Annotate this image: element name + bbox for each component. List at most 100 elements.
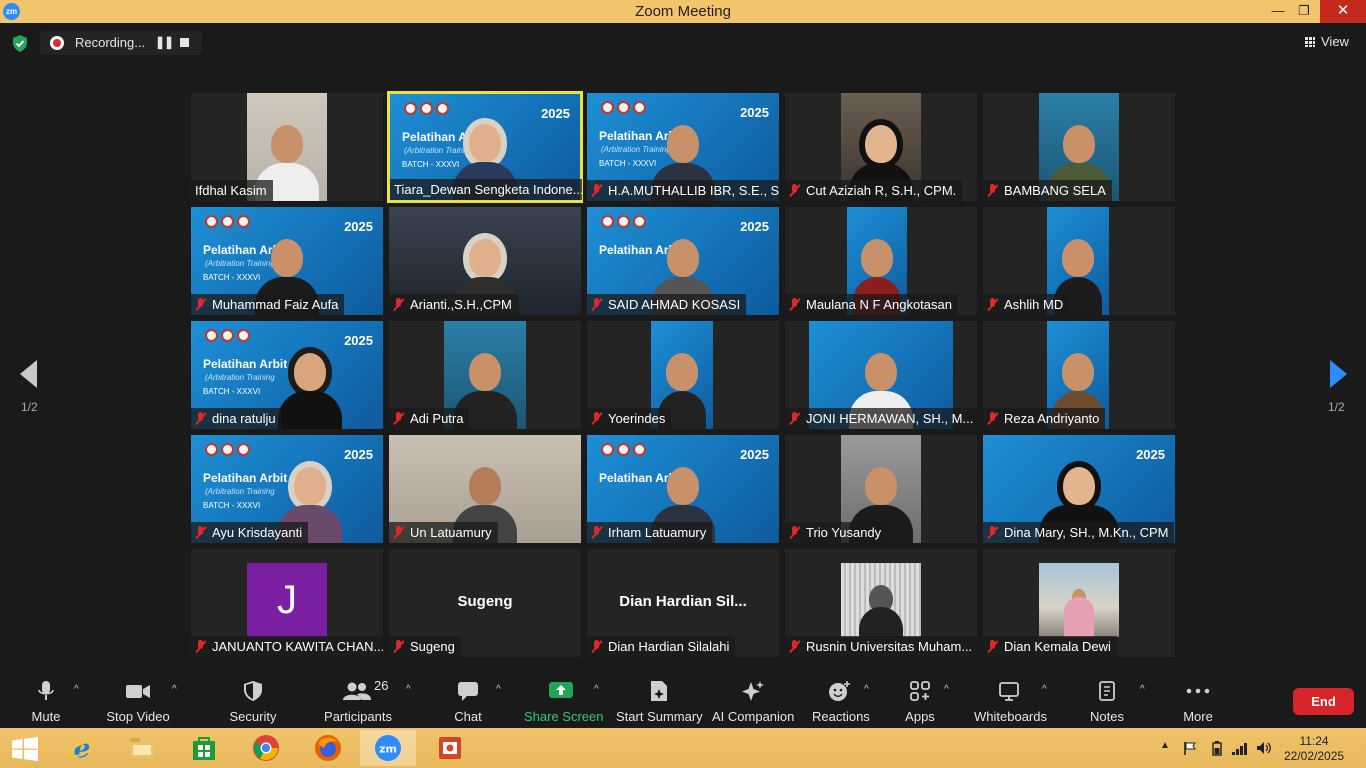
end-meeting-button[interactable]: End	[1293, 688, 1354, 715]
participant-tile[interactable]: 2025 Dina Mary, SH., M.Kn., CPM	[983, 435, 1175, 543]
participant-tile[interactable]: Trio Yusandy	[785, 435, 977, 543]
participant-tile[interactable]: Dian Kemala Dewi	[983, 549, 1175, 657]
participant-tile[interactable]: Yoerindes	[587, 321, 779, 429]
participant-tile[interactable]: 2025 Pelatihan Arbit (Arbitration Traini…	[191, 207, 383, 315]
participant-tile[interactable]: BAMBANG SELA	[983, 93, 1175, 201]
participant-name: Dian Kemala Dewi	[983, 636, 1117, 657]
reactions-button[interactable]: Reactions	[812, 680, 870, 724]
chat-button[interactable]: Chat	[452, 680, 484, 724]
start-summary-button[interactable]: Start Summary	[616, 680, 703, 724]
page-indicator-left: 1/2	[21, 400, 38, 414]
apps-button[interactable]: Apps	[902, 680, 938, 724]
gallery-view: Ifdhal Kasim 2025 Pelatihan Arbit (Arbit…	[189, 91, 1177, 659]
close-button[interactable]: ✕	[1320, 0, 1366, 23]
chat-options-caret-icon[interactable]: ^	[496, 684, 501, 695]
participant-tile[interactable]: J JANUANTO KAWITA CHAN...	[191, 549, 383, 657]
more-button[interactable]: More	[1180, 680, 1216, 724]
participant-tile-active-speaker[interactable]: 2025 Pelatihan Arbit (Arbitration Traini…	[387, 91, 583, 203]
participant-tile[interactable]: Adi Putra	[389, 321, 581, 429]
microphone-icon	[28, 680, 64, 702]
participant-tile[interactable]: 2025 Pelatihan Arbit (Arbitration Traini…	[191, 321, 383, 429]
view-label: View	[1321, 34, 1349, 49]
muted-mic-icon	[195, 412, 206, 425]
audio-options-caret-icon[interactable]: ^	[74, 684, 79, 695]
taskbar-zoom[interactable]: zm	[360, 730, 416, 766]
participant-tile[interactable]: Maulana N F Angkotasan	[785, 207, 977, 315]
notes-button[interactable]: Notes	[1088, 680, 1126, 724]
chrome-icon	[253, 735, 279, 761]
next-page-arrow-icon[interactable]	[1330, 360, 1347, 388]
taskbar-clock[interactable]: 11:24 22/02/2025	[1284, 734, 1344, 764]
participant-tile[interactable]: 2025 Pelatihan Arbit SAID AHMAD KOSASI	[587, 207, 779, 315]
security-button[interactable]: Security	[228, 680, 278, 724]
participant-tile[interactable]: Rusnin Universitas Muham...	[785, 549, 977, 657]
maximize-button[interactable]: ❐	[1290, 0, 1318, 23]
participant-name: Arianti.,S.H.,CPM	[389, 294, 518, 315]
muted-mic-icon	[987, 184, 998, 197]
taskbar-powerpoint[interactable]	[422, 730, 478, 766]
stop-video-button[interactable]: Stop Video	[106, 680, 170, 724]
participant-tile[interactable]: Cut Aziziah R, S.H., CPM.	[785, 93, 977, 201]
folder-icon	[130, 738, 154, 758]
participant-name: Yoerindes	[587, 408, 672, 429]
taskbar-internet-explorer[interactable]: e	[54, 730, 110, 766]
mute-label: Mute	[31, 709, 61, 724]
ai-companion-button[interactable]: AI Companion	[712, 680, 794, 724]
whiteboards-options-caret-icon[interactable]: ^	[1042, 684, 1047, 695]
pause-recording-icon[interactable]: ❚❚	[155, 35, 174, 49]
internet-explorer-icon: e	[69, 734, 95, 762]
muted-mic-icon	[591, 184, 602, 197]
share-screen-button[interactable]: Share Screen	[524, 680, 604, 724]
participant-name: dina ratulju	[191, 408, 282, 429]
smiley-icon	[812, 680, 868, 702]
minimize-button[interactable]: —	[1264, 0, 1292, 23]
participant-tile[interactable]: JONI HERMAWAN, SH., M...	[785, 321, 977, 429]
apps-options-caret-icon[interactable]: ^	[944, 684, 949, 695]
participant-tile[interactable]: Reza Andriyanto	[983, 321, 1175, 429]
encryption-shield-icon[interactable]	[12, 35, 28, 52]
show-hidden-icons-icon[interactable]: ▲	[1160, 740, 1170, 751]
taskbar-store[interactable]	[176, 730, 232, 766]
battery-icon[interactable]	[1212, 741, 1222, 756]
video-options-caret-icon[interactable]: ^	[172, 684, 177, 695]
participants-button[interactable]: 26 Participants	[322, 678, 394, 724]
notes-options-caret-icon[interactable]: ^	[1140, 684, 1145, 695]
signal-strength-icon[interactable]	[1232, 742, 1248, 755]
muted-mic-icon	[195, 298, 206, 311]
participant-name: H.A.MUTHALLIB IBR, S.E., S....	[587, 180, 779, 201]
stop-recording-icon[interactable]	[180, 38, 189, 47]
participants-label: Participants	[324, 709, 392, 724]
participant-tile[interactable]: Arianti.,S.H.,CPM	[389, 207, 581, 315]
participant-tile[interactable]: Ashlih MD	[983, 207, 1175, 315]
participant-tile[interactable]: Dian Hardian Sil... Dian Hardian Silalah…	[587, 549, 779, 657]
participant-tile[interactable]: 2025 Pelatihan Arbit (Arbitration Traini…	[587, 93, 779, 201]
whiteboards-button[interactable]: Whiteboards	[974, 680, 1047, 724]
view-button[interactable]: View	[1305, 34, 1349, 49]
muted-mic-icon	[789, 640, 800, 653]
taskbar-firefox[interactable]	[300, 730, 356, 766]
participant-name: Maulana N F Angkotasan	[785, 294, 958, 315]
sparkle-icon	[712, 680, 794, 702]
mute-button[interactable]: Mute	[28, 680, 64, 724]
participant-tile[interactable]: Ifdhal Kasim	[191, 93, 383, 201]
taskbar-file-explorer[interactable]	[114, 730, 170, 766]
taskbar-chrome[interactable]	[238, 730, 294, 766]
participant-tile[interactable]: 2025 Pelatihan Arbit (Arbitration Traini…	[191, 435, 383, 543]
participant-name: Trio Yusandy	[785, 522, 888, 543]
reactions-options-caret-icon[interactable]: ^	[864, 684, 869, 695]
muted-mic-icon	[393, 412, 404, 425]
participant-tile[interactable]: Un Latuamury	[389, 435, 581, 543]
participant-name: Muhammad Faiz Aufa	[191, 294, 345, 315]
recording-indicator: Recording... ❚❚	[40, 31, 202, 55]
participant-tile[interactable]: Sugeng Sugeng	[389, 549, 581, 657]
previous-page-arrow-icon[interactable]	[20, 360, 37, 388]
speaker-volume-icon[interactable]	[1256, 741, 1272, 755]
start-button[interactable]	[0, 730, 50, 766]
participants-options-caret-icon[interactable]: ^	[406, 684, 411, 695]
participant-tile[interactable]: 2025 Pelatihan Arbit Irham Latuamury	[587, 435, 779, 543]
participant-name: Ayu Krisdayanti	[191, 522, 309, 543]
security-label: Security	[229, 709, 277, 724]
share-options-caret-icon[interactable]: ^	[594, 684, 599, 695]
action-center-flag-icon[interactable]	[1183, 741, 1197, 756]
participants-count: 26	[374, 678, 389, 693]
